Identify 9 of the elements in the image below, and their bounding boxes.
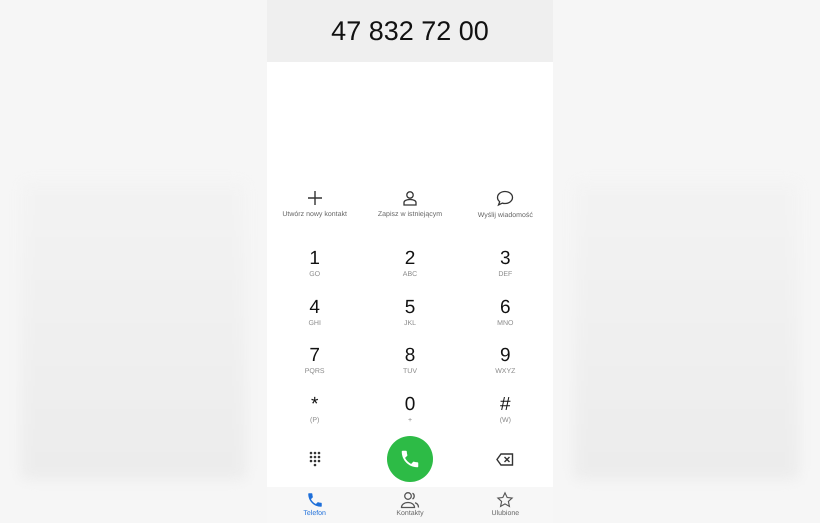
contacts-icon xyxy=(400,491,420,509)
dialpad-icon[interactable] xyxy=(308,451,321,467)
phone-number: 47 832 72 00 xyxy=(331,16,489,46)
person-icon xyxy=(402,190,418,206)
speech-bubble-icon xyxy=(496,190,514,206)
phone-icon xyxy=(306,491,324,509)
star-icon xyxy=(496,491,514,509)
plus-icon xyxy=(306,190,323,206)
backspace-icon[interactable] xyxy=(496,452,514,466)
